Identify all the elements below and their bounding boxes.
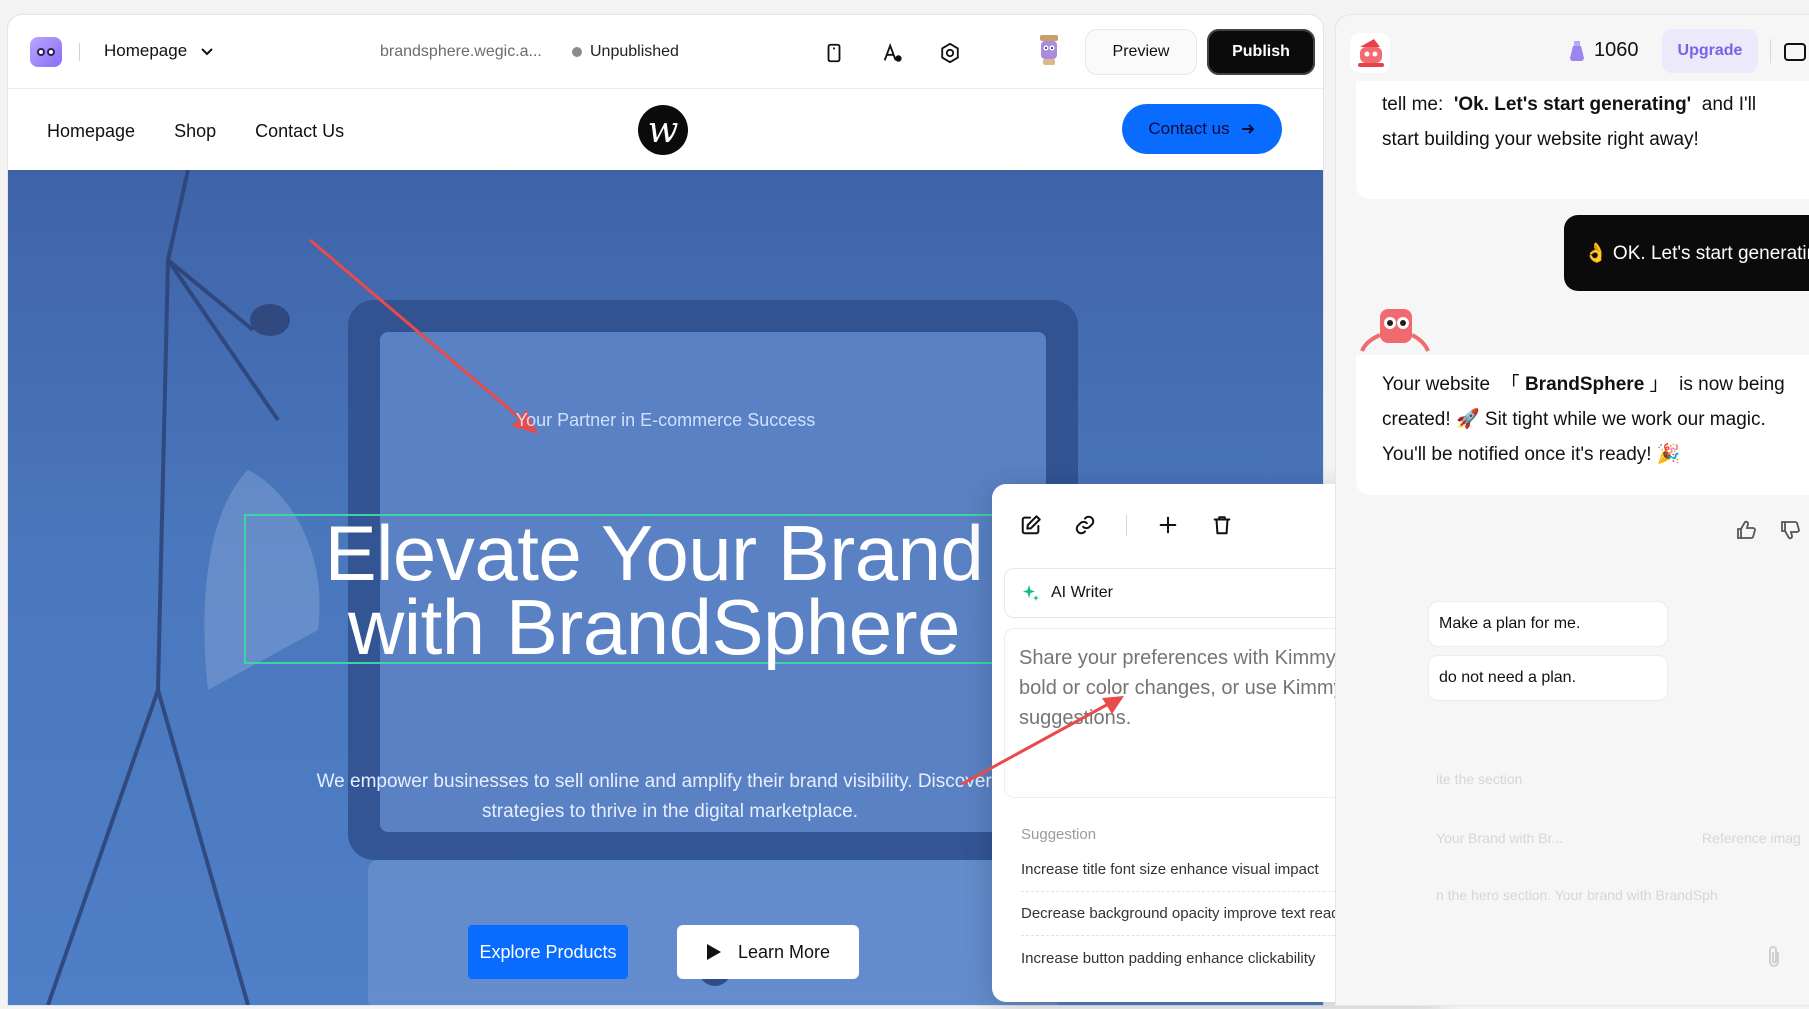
hero-title-line2: with BrandSphere xyxy=(347,583,961,671)
site-header: Homepage Shop Contact Us w Contact us xyxy=(8,90,1323,170)
message-text: start building your website right away! xyxy=(1382,129,1699,150)
settings-icon[interactable] xyxy=(936,39,964,67)
app-logo[interactable] xyxy=(30,37,62,67)
chevron-down-icon xyxy=(201,48,213,56)
arrow-right-icon xyxy=(1241,124,1255,134)
nav-shop[interactable]: Shop xyxy=(174,121,216,142)
hero-tagline: Your Partner in E-commerce Success xyxy=(515,410,816,430)
attachment-icon[interactable] xyxy=(1764,944,1784,970)
message-text: tell me: xyxy=(1382,94,1444,115)
toolbar-divider xyxy=(1126,514,1127,536)
topbar-divider xyxy=(79,43,80,61)
credit-balance[interactable]: 1060 xyxy=(1568,39,1639,62)
publish-status: Unpublished xyxy=(572,43,679,61)
message-text: is now being xyxy=(1679,374,1785,395)
faded-history-text: Reference imag xyxy=(1702,830,1801,846)
contact-us-button[interactable]: Contact us xyxy=(1122,104,1282,154)
upgrade-button[interactable]: Upgrade xyxy=(1662,29,1758,73)
message-bold-text: BrandSphere xyxy=(1524,374,1645,395)
credit-count: 1060 xyxy=(1594,39,1639,61)
message-text: 」 xyxy=(1649,374,1669,395)
header-divider xyxy=(1770,39,1771,63)
mobile-view-icon[interactable] xyxy=(820,39,848,67)
hero-description-line2: strategies to thrive in the digital mark… xyxy=(482,801,858,822)
logo-eye-right xyxy=(47,48,55,56)
bot-message: tell me: 'Ok. Let's start generating' an… xyxy=(1356,81,1809,199)
message-bold-text: 'Ok. Let's start generating' xyxy=(1453,94,1692,115)
quick-reply-button[interactable]: Make a plan for me. xyxy=(1428,601,1668,647)
message-text: Your website xyxy=(1382,374,1491,395)
font-style-icon[interactable] xyxy=(878,39,906,67)
quick-reply-button[interactable]: do not need a plan. xyxy=(1428,655,1668,701)
site-logo[interactable]: w xyxy=(638,105,688,155)
collaborator-avatar-icon[interactable] xyxy=(1037,33,1061,67)
chat-header: 1060 Upgrade xyxy=(1336,15,1809,87)
hero-title[interactable]: Elevate Your Brand with BrandSphere xyxy=(244,514,1064,666)
editor-topbar: Homepage brandsphere.wegic.a... Unpublis… xyxy=(8,15,1323,89)
learn-more-button[interactable]: Learn More xyxy=(677,925,859,979)
add-icon[interactable] xyxy=(1155,512,1181,538)
thumbs-down-icon[interactable] xyxy=(1780,520,1800,540)
play-icon xyxy=(706,944,721,960)
message-text: 「 xyxy=(1500,374,1520,395)
edit-toolbar xyxy=(1018,512,1263,538)
rocket-icon: 🚀 xyxy=(1455,409,1480,430)
explore-products-button[interactable]: Explore Products xyxy=(468,925,628,979)
bot-message: Your website 「 BrandSphere 」 is now bein… xyxy=(1356,355,1809,495)
message-text: Sit tight while we work our magic. xyxy=(1484,409,1766,430)
ai-writer-label: AI Writer xyxy=(1051,584,1113,601)
panel-toggle-icon[interactable] xyxy=(1784,43,1806,61)
nav-homepage[interactable]: Homepage xyxy=(47,121,135,142)
faded-history-text: n the hero section. Your brand with Bran… xyxy=(1436,887,1718,903)
party-icon: 🎉 xyxy=(1656,444,1681,465)
user-message: 👌 OK. Let's start generating xyxy=(1564,215,1809,291)
page-selector-label: Homepage xyxy=(104,41,188,60)
potion-icon xyxy=(1570,40,1584,61)
publish-button[interactable]: Publish xyxy=(1207,29,1315,75)
status-text: Unpublished xyxy=(590,43,679,60)
site-url[interactable]: brandsphere.wegic.a... xyxy=(380,43,542,61)
preview-button[interactable]: Preview xyxy=(1085,29,1197,75)
annotation-arrow xyxy=(961,696,1124,786)
message-text: and I'll xyxy=(1701,94,1757,115)
link-icon[interactable] xyxy=(1072,512,1098,538)
hero-description-line1: We empower businesses to sell online and… xyxy=(316,771,1024,792)
contact-us-label: Contact us xyxy=(1148,119,1230,138)
faded-history-text: ite the section xyxy=(1436,771,1523,787)
learn-more-label: Learn More xyxy=(737,941,831,962)
thumbs-up-icon[interactable] xyxy=(1736,520,1756,540)
delete-icon[interactable] xyxy=(1209,512,1235,538)
faded-history-text: Your Brand with Br... xyxy=(1436,830,1564,846)
message-text: You'll be notified once it's ready! xyxy=(1382,444,1652,465)
message-text: created! xyxy=(1382,409,1451,430)
logo-eye-left xyxy=(37,48,45,56)
site-nav: Homepage Shop Contact Us xyxy=(47,121,344,142)
bot-avatar-icon xyxy=(1350,33,1390,73)
sparkle-icon xyxy=(1023,585,1039,601)
status-dot-icon xyxy=(572,47,582,57)
page-selector[interactable]: Homepage xyxy=(104,41,215,61)
edit-icon[interactable] xyxy=(1018,512,1044,538)
suggestion-heading: Suggestion xyxy=(1021,826,1097,843)
chat-pane: 1060 Upgrade tell me: 'Ok. Let's start g… xyxy=(1336,15,1809,1005)
nav-contact-us[interactable]: Contact Us xyxy=(255,121,344,142)
